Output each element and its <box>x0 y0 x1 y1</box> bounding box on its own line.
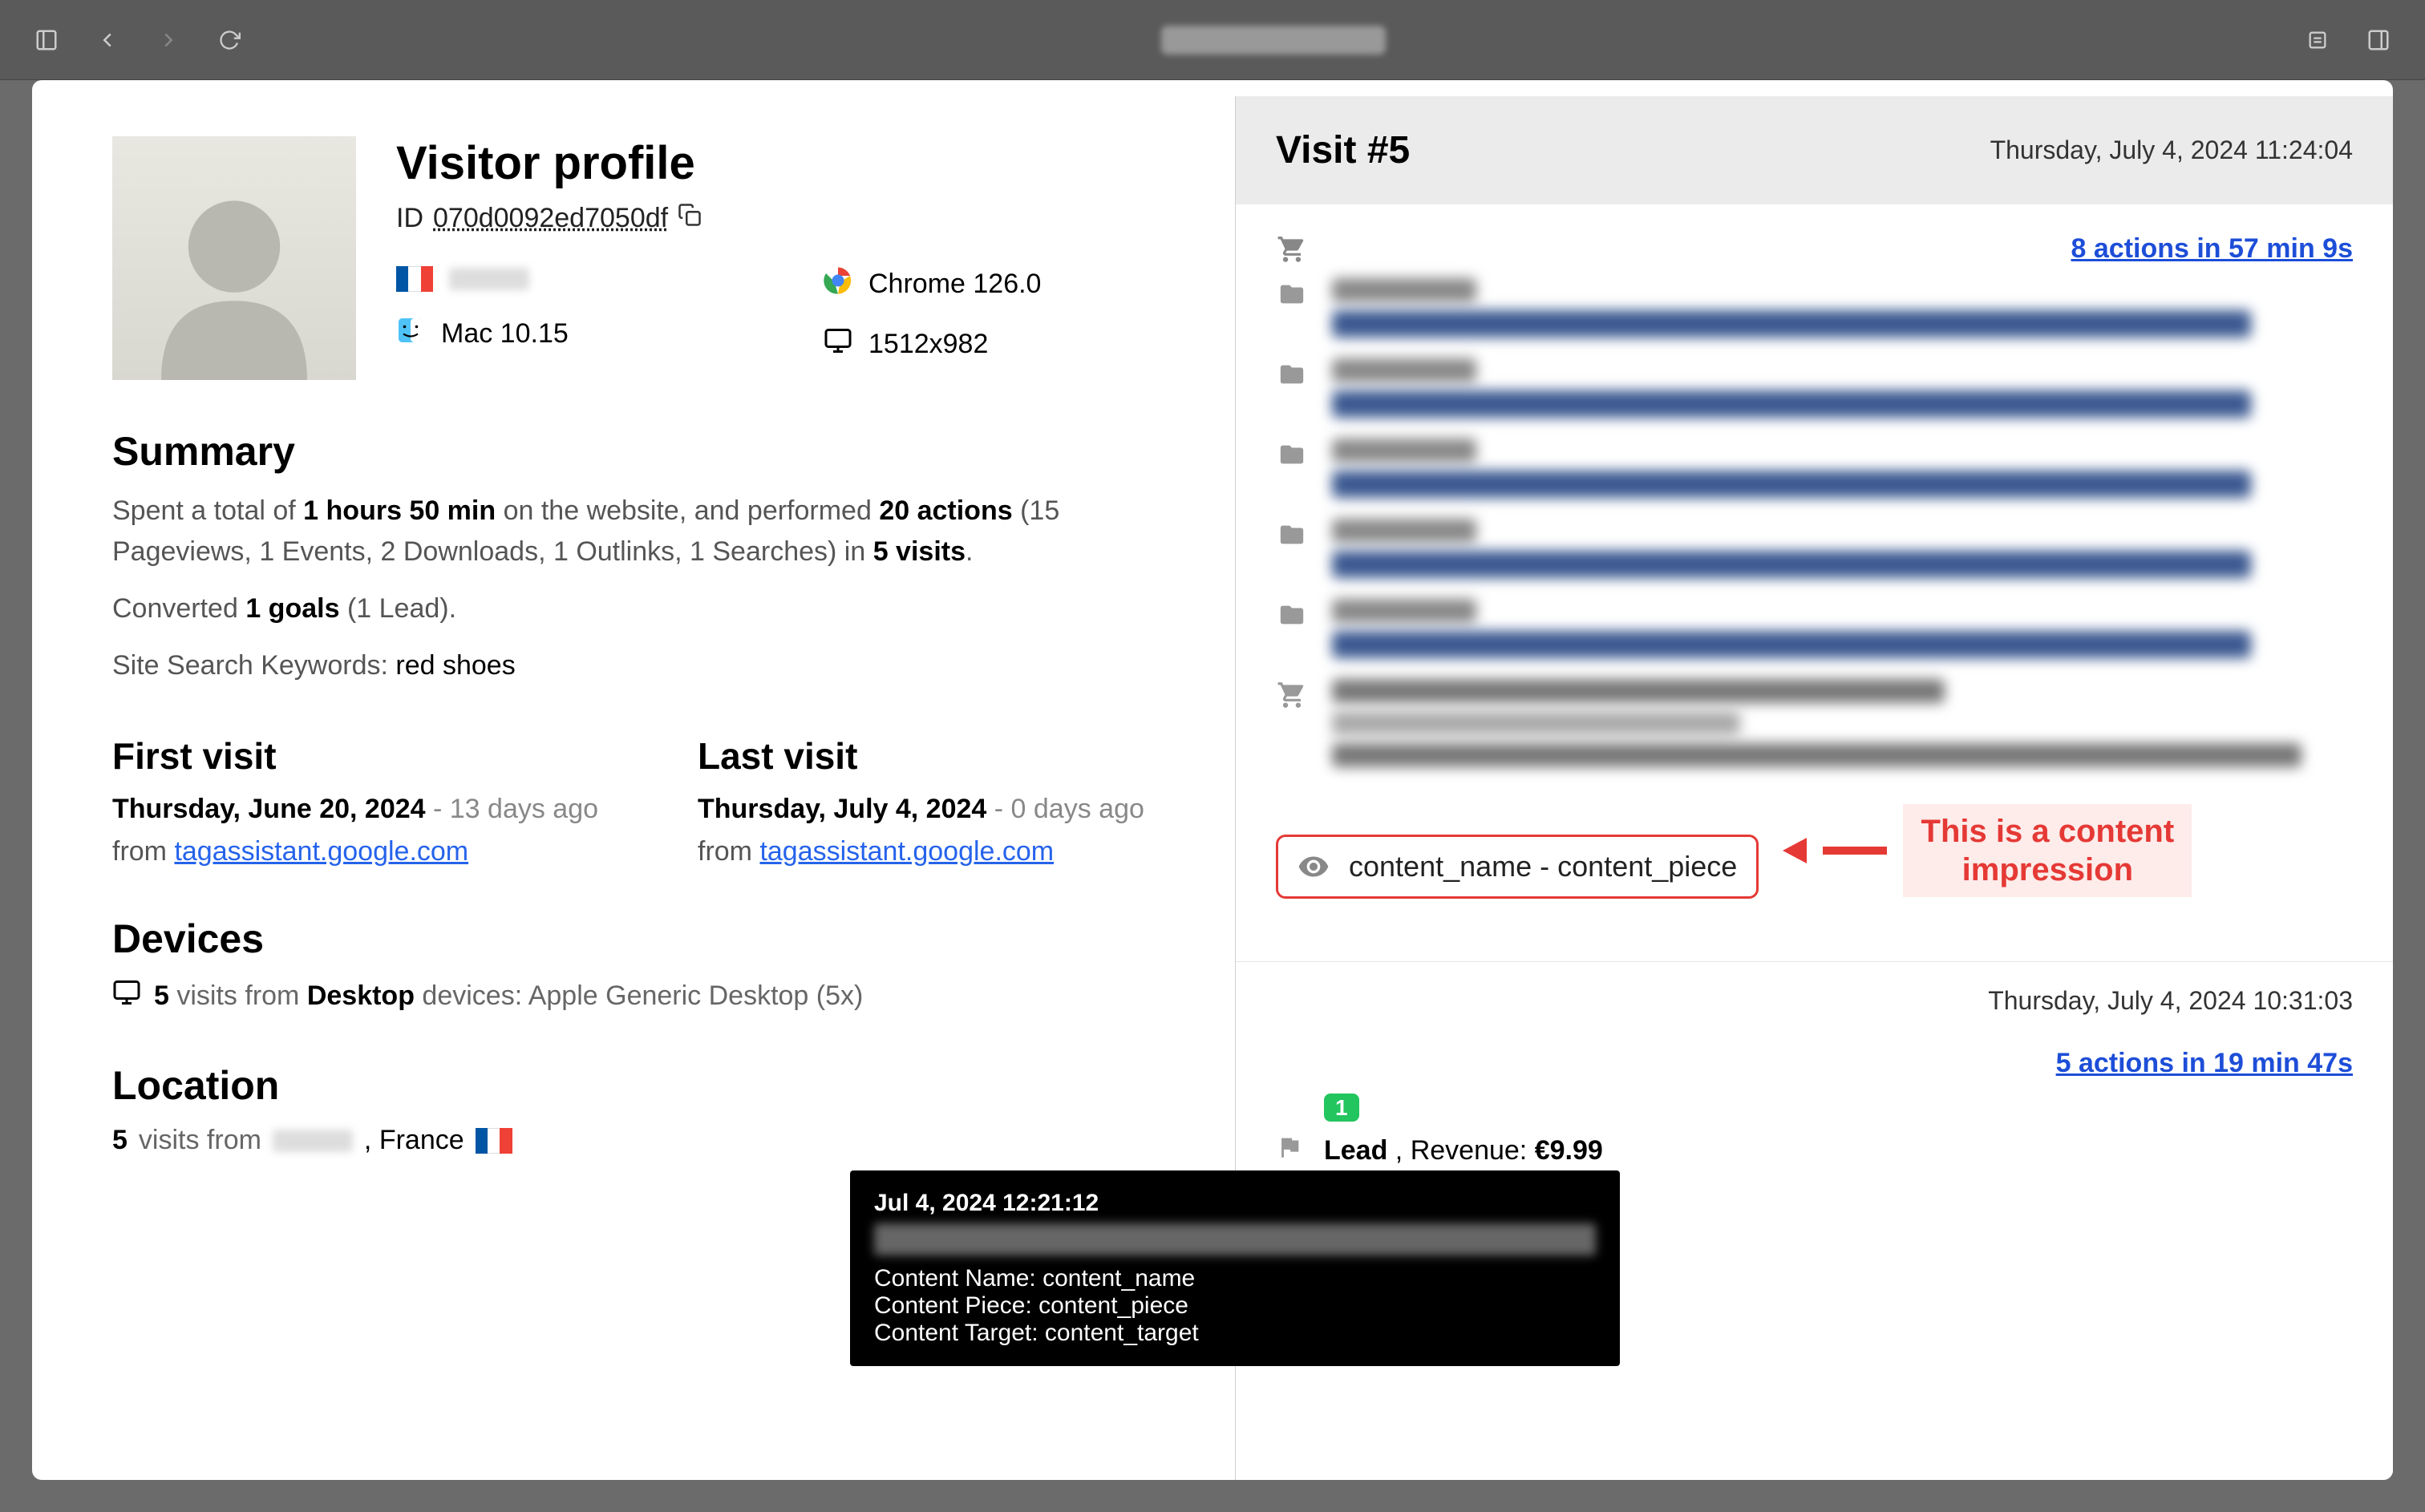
chrome-icon <box>824 266 852 302</box>
annotation-text: This is a content impression <box>1903 804 2192 897</box>
page-title: Visitor profile <box>396 136 1187 190</box>
first-visit-block: First visit Thursday, June 20, 2024 - 13… <box>112 734 601 867</box>
folder-icon <box>1276 599 1308 631</box>
visit-4-timestamp: Thursday, July 4, 2024 10:31:03 <box>1236 961 2393 1024</box>
avatar <box>112 136 356 380</box>
annotation: This is a content impression <box>1783 804 2192 897</box>
browser-item: Chrome 126.0 <box>824 266 1187 302</box>
devices-heading: Devices <box>112 916 1187 962</box>
action-row <box>1276 599 2353 666</box>
cart-icon <box>1276 679 1308 711</box>
flag-france-icon <box>476 1128 512 1154</box>
tooltip-content-target: Content Target: content_target <box>874 1320 1596 1347</box>
redacted-tooltip-line <box>874 1223 1596 1255</box>
folder-icon <box>1276 439 1308 471</box>
folder-icon <box>1276 519 1308 551</box>
reload-icon[interactable] <box>215 26 244 55</box>
summary-text: Spent a total of 1 hours 50 min on the w… <box>112 491 1187 572</box>
eye-icon <box>1298 851 1330 883</box>
share-icon[interactable] <box>2303 26 2332 55</box>
folder-icon <box>1276 278 1308 310</box>
location-heading: Location <box>112 1062 1187 1109</box>
action-row <box>1276 519 2353 586</box>
goal-flag-icon <box>1276 1134 1305 1168</box>
mac-finder-icon <box>396 316 425 352</box>
location-text: 5 visits from , France <box>112 1125 1187 1156</box>
copy-icon[interactable] <box>678 203 702 234</box>
visit-5-actions-link[interactable]: 8 actions in 57 min 9s <box>2071 233 2353 264</box>
last-visit-heading: Last visit <box>698 734 1187 778</box>
action-row <box>1276 439 2353 506</box>
visitor-id-value[interactable]: 070d0092ed7050df <box>433 203 668 234</box>
url-bar[interactable] <box>276 26 2271 55</box>
resolution-text: 1512x982 <box>868 329 988 360</box>
os-text: Mac 10.15 <box>441 318 569 350</box>
first-visit-heading: First visit <box>112 734 601 778</box>
tooltip-timestamp: Jul 4, 2024 12:21:12 <box>874 1190 1596 1217</box>
last-visit-block: Last visit Thursday, July 4, 2024 - 0 da… <box>698 734 1187 867</box>
content-impression-label: content_name - content_piece <box>1349 850 1737 883</box>
last-visit-referrer-link[interactable]: tagassistant.google.com <box>759 836 1054 867</box>
visit-5-title: Visit #5 <box>1276 128 1410 172</box>
country-item <box>396 266 759 292</box>
browser-text: Chrome 126.0 <box>868 269 1041 300</box>
forward-icon[interactable] <box>154 26 183 55</box>
visitor-id: ID 070d0092ed7050df <box>396 203 1187 234</box>
monitor-icon <box>824 326 852 362</box>
arrow-left-icon <box>1783 838 1807 863</box>
back-icon[interactable] <box>93 26 122 55</box>
redacted-city <box>273 1130 353 1152</box>
search-keywords: Site Search Keywords: red shoes <box>112 645 1187 686</box>
redacted-country-text <box>449 268 529 290</box>
summary-heading: Summary <box>112 428 1187 475</box>
resolution-item: 1512x982 <box>824 326 1187 362</box>
action-row <box>1276 358 2353 426</box>
flag-france-icon <box>396 266 433 292</box>
tooltip-content-name: Content Name: content_name <box>874 1265 1596 1292</box>
content-impression-row[interactable]: content_name - content_piece <box>1276 835 1759 899</box>
first-visit-referrer-link[interactable]: tagassistant.google.com <box>174 836 468 867</box>
browser-toolbar <box>0 0 2425 80</box>
goals-text: Converted 1 goals (1 Lead). <box>112 588 1187 629</box>
os-item: Mac 10.15 <box>396 316 759 352</box>
action-row <box>1276 278 2353 346</box>
sidebar-toggle-icon[interactable] <box>32 26 61 55</box>
visit-5-timestamp: Thursday, July 4, 2024 11:24:04 <box>1990 135 2353 165</box>
tabs-icon[interactable] <box>2364 26 2393 55</box>
desktop-icon <box>112 978 141 1014</box>
folder-icon <box>1276 358 1308 390</box>
devices-text: 5 visits from Desktop devices: Apple Gen… <box>112 978 1187 1014</box>
goal-badge: 1 <box>1324 1094 1359 1122</box>
revenue-row: Lead , Revenue: €9.99 <box>1276 1134 2353 1168</box>
visit-4-actions-link[interactable]: 5 actions in 19 min 47s <box>2056 1048 2353 1078</box>
action-row <box>1276 679 2353 775</box>
tooltip: Jul 4, 2024 12:21:12 Content Name: conte… <box>850 1170 1620 1366</box>
visit-5-header: Visit #5 Thursday, July 4, 2024 11:24:04 <box>1236 96 2393 204</box>
tooltip-content-piece: Content Piece: content_piece <box>874 1292 1596 1320</box>
cart-icon <box>1276 233 1308 265</box>
